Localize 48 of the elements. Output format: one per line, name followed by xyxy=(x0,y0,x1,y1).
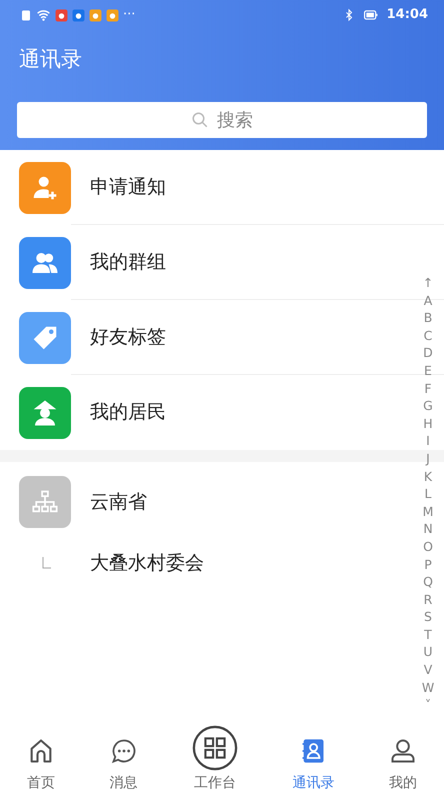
tab[interactable]: 首页 xyxy=(0,714,82,794)
tab[interactable]: 工作台 xyxy=(164,714,266,794)
index-letter[interactable]: D xyxy=(421,344,435,362)
status-time: 14:04 xyxy=(386,6,428,24)
menu-label[interactable]: 好友标签 xyxy=(90,322,166,352)
index-letter[interactable]: R xyxy=(421,590,435,608)
wifi-icon xyxy=(36,8,51,22)
tab[interactable]: 消息 xyxy=(82,714,165,794)
person-icon xyxy=(388,737,417,765)
index-letter[interactable]: E xyxy=(421,362,435,380)
index-letter[interactable]: H xyxy=(421,414,435,432)
search-field[interactable]: 搜索 xyxy=(17,102,427,138)
index-letter[interactable]: C xyxy=(421,326,435,344)
index-letter[interactable]: ↑ xyxy=(421,274,435,292)
index-letter[interactable]: P xyxy=(421,556,435,574)
index-letter[interactable]: B xyxy=(421,309,435,327)
index-letter[interactable]: G xyxy=(421,397,435,415)
index-letter[interactable]: Q xyxy=(421,573,435,591)
page-title: 通讯录 xyxy=(19,47,82,71)
tab[interactable]: 我的 xyxy=(362,714,444,794)
index-letter[interactable]: K xyxy=(421,468,435,486)
menu-label[interactable]: 我的居民 xyxy=(90,398,166,427)
index-letter[interactable]: A xyxy=(421,292,435,310)
org-label[interactable]: 云南省 xyxy=(90,488,147,516)
index-letter[interactable]: I xyxy=(421,432,435,450)
search-icon xyxy=(191,111,209,129)
index-letter[interactable]: W xyxy=(421,678,435,696)
chat-icon xyxy=(110,737,138,765)
index-letter[interactable]: V xyxy=(421,661,435,679)
org-child-label[interactable]: 大叠水村委会 xyxy=(90,548,204,578)
index-letter[interactable]: O xyxy=(421,538,435,556)
index-letter[interactable]: M xyxy=(421,502,435,520)
tab[interactable]: 通讯录 xyxy=(265,714,362,794)
menu-label[interactable]: 我的群组 xyxy=(90,248,166,276)
index-letter[interactable]: J xyxy=(421,450,435,468)
grid-icon xyxy=(192,725,238,771)
more-indicator: ··· xyxy=(123,6,136,24)
index-letter[interactable]: F xyxy=(421,380,435,398)
menu-label[interactable]: 申请通知 xyxy=(90,172,166,202)
org-chart-icon xyxy=(19,476,71,528)
index-letter[interactable]: L xyxy=(421,485,435,503)
index-letter[interactable]: ˅ xyxy=(421,696,435,714)
tree-branch-icon xyxy=(42,557,52,569)
index-letter[interactable]: U xyxy=(421,643,435,662)
index-letter[interactable]: N xyxy=(421,520,435,538)
index-letter[interactable]: T xyxy=(421,626,435,644)
index-letter[interactable]: S xyxy=(421,608,435,626)
notification-icon xyxy=(20,8,32,22)
